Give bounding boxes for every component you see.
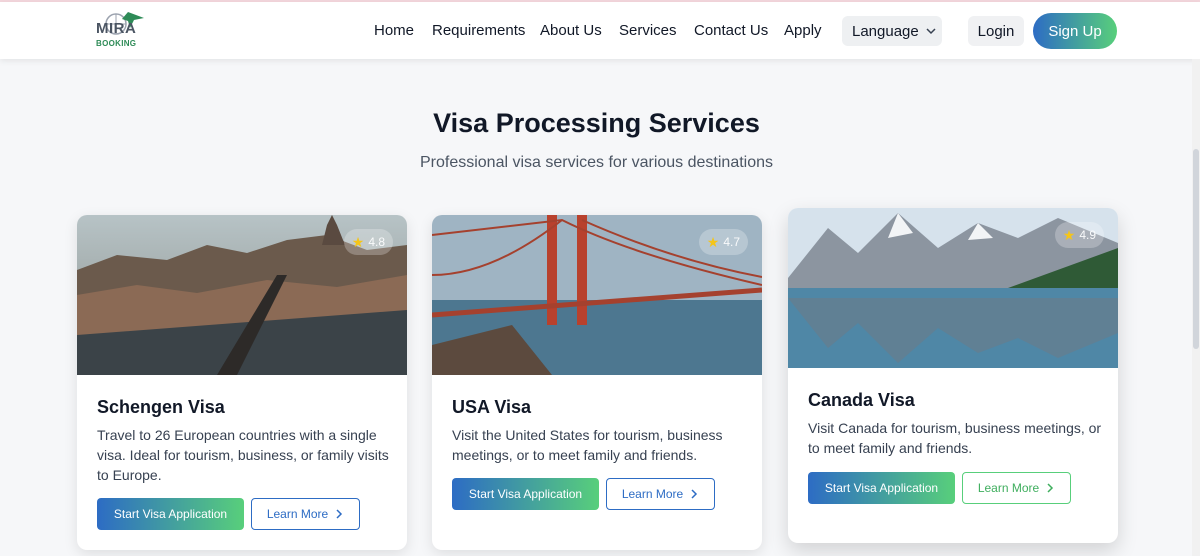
section-subtitle: Professional visa services for various d…	[419, 154, 774, 171]
nav-contact-us[interactable]: Contact Us	[694, 22, 768, 39]
learn-more-button[interactable]: Learn More	[251, 498, 360, 530]
scrollbar-thumb[interactable]	[1193, 149, 1199, 349]
scrollbar-track[interactable]	[1192, 59, 1200, 556]
nav-services[interactable]: Services	[619, 22, 677, 39]
card-description: Visit Canada for tourism, business meeti…	[808, 420, 1102, 456]
learn-more-button[interactable]: Learn More	[606, 478, 715, 510]
nav-apply[interactable]: Apply	[784, 22, 822, 39]
language-dropdown[interactable]: Language	[842, 16, 942, 46]
nav-about-us[interactable]: About Us	[540, 22, 602, 39]
card-title: USA Visa	[452, 397, 532, 417]
card-description: Visit the United States for tourism, bus…	[452, 427, 723, 463]
rating-value: 4.9	[1079, 228, 1096, 242]
nav-home[interactable]: Home	[374, 22, 414, 39]
chevron-right-icon	[1047, 483, 1054, 493]
start-visa-application-button[interactable]: Start Visa Application	[452, 478, 599, 510]
learn-more-button[interactable]: Learn More	[962, 472, 1071, 504]
login-button[interactable]: Login	[968, 16, 1024, 46]
section-title: Visa Processing Services	[433, 108, 760, 138]
brand-name[interactable]: MIRA	[96, 20, 136, 37]
rating-value: 4.8	[368, 235, 385, 249]
start-visa-application-button[interactable]: Start Visa Application	[97, 498, 244, 530]
navbar: MIRA BOOKING Home Requirements About Us …	[0, 2, 1200, 59]
learn-more-label: Learn More	[621, 487, 684, 501]
visa-card-schengen: ★ 4.8 Schengen Visa Travel to 26 Europea…	[77, 215, 407, 550]
chevron-right-icon	[691, 489, 698, 499]
visa-card-canada: ★ 4.9 Canada Visa Visit Canada for touri…	[788, 208, 1118, 543]
learn-more-label: Learn More	[266, 507, 329, 521]
chevron-right-icon	[336, 509, 343, 519]
nav-requirements[interactable]: Requirements	[432, 22, 525, 39]
star-icon: ★	[706, 233, 720, 250]
rating-badge: ★ 4.8	[343, 229, 393, 255]
brand-sub: BOOKING	[96, 39, 137, 48]
card-description: Travel to 26 European countries with a s…	[97, 427, 389, 483]
star-icon: ★	[351, 233, 365, 250]
rating-badge: ★ 4.7	[698, 229, 748, 255]
star-icon: ★	[1062, 226, 1076, 243]
rating-value: 4.7	[723, 235, 740, 249]
visa-card-usa: ★ 4.7 USA Visa Visit the United States f…	[432, 215, 762, 550]
learn-more-label: Learn More	[977, 481, 1040, 495]
language-label: Language	[852, 22, 919, 40]
card-title: Schengen Visa	[97, 397, 225, 417]
rating-badge: ★ 4.9	[1054, 222, 1104, 248]
card-title: Canada Visa	[808, 390, 915, 410]
chevron-down-icon	[926, 28, 936, 35]
start-visa-application-button[interactable]: Start Visa Application	[808, 472, 955, 504]
signup-button[interactable]: Sign Up	[1033, 13, 1117, 49]
